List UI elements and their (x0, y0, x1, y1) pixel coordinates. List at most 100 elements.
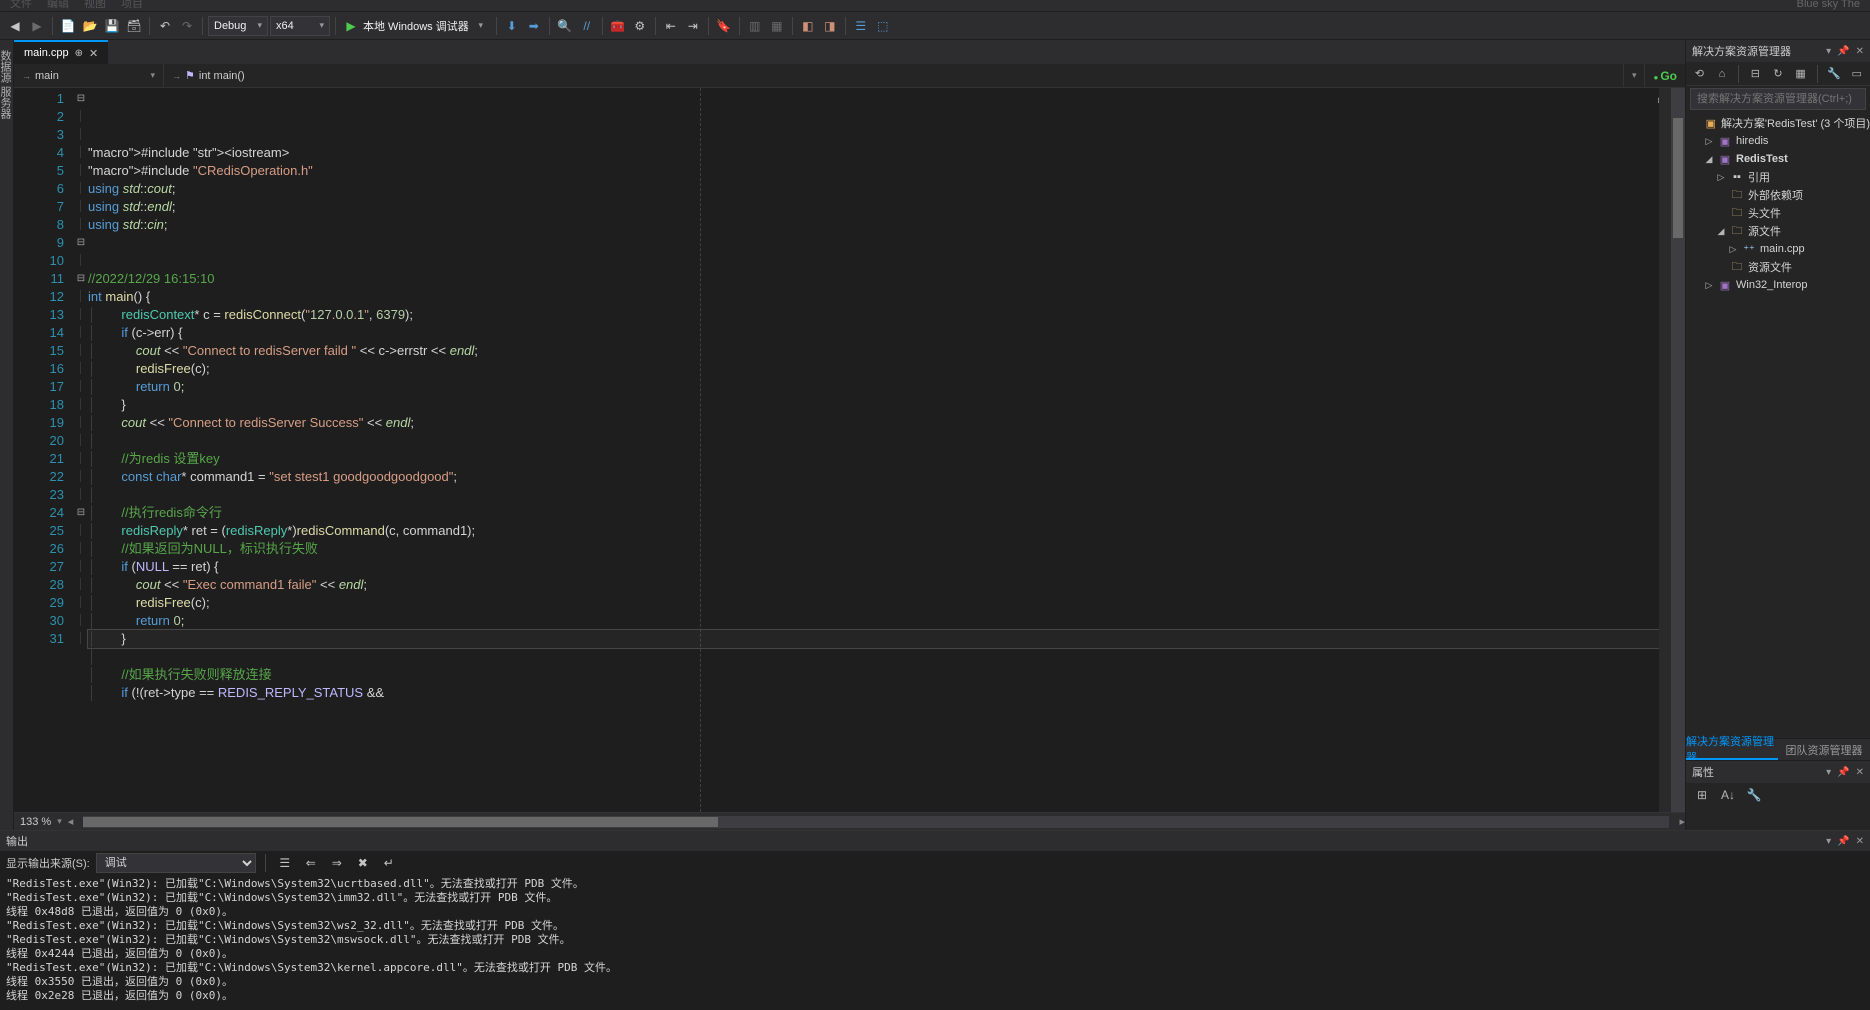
references-node[interactable]: ▷▪▪引用 (1686, 168, 1870, 186)
code-editor[interactable]: 1234567891011121314151617181920212223242… (14, 88, 1685, 812)
step-over-icon[interactable]: ➡ (524, 16, 544, 36)
solution-explorer-toolbar: ⟲ ⌂ ⊟ ↻ ▦ 🔧 ▭ (1686, 62, 1870, 86)
nav-right-dropdown[interactable]: ▾ (1624, 64, 1646, 87)
out-prev-icon[interactable]: ⇐ (301, 853, 321, 873)
misc3-icon[interactable]: ◧ (798, 16, 818, 36)
line-number-gutter: 1234567891011121314151617181920212223242… (14, 88, 74, 812)
home2-icon[interactable]: ⌂ (1713, 64, 1732, 84)
close-icon[interactable]: ✕ (89, 47, 98, 60)
out-wrap-icon[interactable]: ↵ (379, 853, 399, 873)
editor-status-bar: 133 % ▾ ◂ ▸ (14, 812, 1685, 830)
tab-team-explorer[interactable]: 团队资源管理器 (1778, 739, 1870, 760)
solution-tree[interactable]: ▣解决方案'RedisTest' (3 个项目) ▷▣hiredis ◢▣Red… (1686, 112, 1870, 738)
undo-icon[interactable]: ↶ (155, 16, 175, 36)
hscroll-left-icon[interactable]: ◂ (68, 815, 74, 828)
new-project-icon[interactable]: 📄 (58, 16, 78, 36)
misc5-icon[interactable]: ☰ (851, 16, 871, 36)
pin-icon[interactable]: 📌 (1837, 767, 1849, 778)
show-all-icon[interactable]: ▦ (1791, 64, 1810, 84)
out-next-icon[interactable]: ⇒ (327, 853, 347, 873)
debug-target-arrow-icon[interactable]: ▾ (471, 16, 491, 36)
output-content[interactable]: "RedisTest.exe"(Win32): 已加载"C:\Windows\S… (0, 875, 1870, 1010)
out-clear-icon[interactable]: ✖ (353, 853, 373, 873)
project-hiredis[interactable]: ▷▣hiredis (1686, 132, 1870, 150)
project-win32[interactable]: ▷▣Win32_Interop (1686, 276, 1870, 294)
nav-forward-icon[interactable]: ▶ (27, 16, 47, 36)
minimap[interactable] (1659, 88, 1671, 812)
sources-node[interactable]: ◢🗀源文件 (1686, 222, 1870, 240)
toolbox-icon[interactable]: 🧰 (608, 16, 628, 36)
solution-search-input[interactable] (1690, 88, 1866, 110)
zoom-arrow-icon[interactable]: ▾ (57, 816, 62, 827)
main-cpp-node[interactable]: ▷⁺⁺main.cpp (1686, 240, 1870, 258)
go-button[interactable]: Go (1645, 69, 1685, 83)
file-tab-main-cpp[interactable]: main.cpp ⊕ ✕ (14, 40, 108, 64)
main-menu-bar[interactable]: 文件编辑视图项目 (0, 0, 1870, 12)
collapse-icon[interactable]: ⊟ (1746, 64, 1765, 84)
platform-dropdown[interactable]: x64▾ (270, 16, 330, 36)
nav-scope-dropdown[interactable]: → main ▾ (14, 64, 164, 87)
open-icon[interactable]: 📂 (80, 16, 100, 36)
headers-node[interactable]: 🗀头文件 (1686, 204, 1870, 222)
indent-right-icon[interactable]: ⇥ (683, 16, 703, 36)
indent-left-icon[interactable]: ⇤ (661, 16, 681, 36)
redo-icon[interactable]: ↷ (177, 16, 197, 36)
start-debug-icon[interactable]: ▶ (341, 16, 361, 36)
misc4-icon[interactable]: ◨ (820, 16, 840, 36)
vertical-scrollbar[interactable] (1671, 88, 1685, 812)
comment-icon[interactable]: // (577, 16, 597, 36)
nav-member-dropdown[interactable]: → ⚑ int main() (164, 64, 1624, 87)
home-icon[interactable]: ⟲ (1690, 64, 1709, 84)
project-redistest[interactable]: ◢▣RedisTest (1686, 150, 1870, 168)
panel-dropdown-icon[interactable]: ▾ (1826, 767, 1831, 778)
pin-icon[interactable]: 📌 (1837, 836, 1849, 847)
output-toolbar: 显示输出来源(S): 调试 ☰ ⇐ ⇒ ✖ ↵ (0, 851, 1870, 875)
left-tool-strip[interactable]: 数据源 服务器 (0, 40, 14, 830)
solution-node[interactable]: ▣解决方案'RedisTest' (3 个项目) (1686, 114, 1870, 132)
solution-explorer-header: 解决方案资源管理器 ▾📌✕ (1686, 40, 1870, 62)
file-tab-label: main.cpp (24, 47, 69, 59)
resources-node[interactable]: 🗀资源文件 (1686, 258, 1870, 276)
main-toolbar: ◀ ▶ 📄 📂 💾 🗃 ↶ ↷ Debug▾ x64▾ ▶ 本地 Windows… (0, 12, 1870, 40)
output-source-label: 显示输出来源(S): (6, 855, 90, 871)
window-title-suffix: Blue sky The (1797, 0, 1860, 10)
step-into-icon[interactable]: ⬇ (502, 16, 522, 36)
config-dropdown[interactable]: Debug▾ (208, 16, 268, 36)
misc1-icon[interactable]: ▥ (745, 16, 765, 36)
properties-toolbar: ⊞ A↓ 🔧 (1686, 783, 1870, 807)
save-icon[interactable]: 💾 (102, 16, 122, 36)
code-content[interactable]: "macro">#include "str"><iostream>"macro"… (88, 88, 1685, 812)
nav-back-icon[interactable]: ◀ (5, 16, 25, 36)
pin-icon[interactable]: ⊕ (75, 48, 83, 59)
code-navigation-bar: → main ▾ → ⚑ int main() ▾ Go (14, 64, 1685, 88)
output-header: 输出 ▾📌✕ (0, 831, 1870, 851)
fold-gutter[interactable]: ⊟│││││││⊟│⊟││││││││││││⊟│││││││ (74, 88, 88, 812)
preview-icon[interactable]: ▭ (1847, 64, 1866, 84)
panel-close-icon[interactable]: ✕ (1856, 767, 1864, 778)
pin-icon[interactable]: 📌 (1837, 46, 1849, 57)
tab-solution-explorer[interactable]: 解决方案资源管理器 (1686, 739, 1778, 760)
find-icon[interactable]: 🔍 (555, 16, 575, 36)
panel-dropdown-icon[interactable]: ▾ (1826, 836, 1831, 847)
panel-dropdown-icon[interactable]: ▾ (1826, 46, 1831, 57)
output-source-dropdown[interactable]: 调试 (96, 853, 256, 873)
properties-header: 属性 ▾📌✕ (1686, 761, 1870, 783)
save-all-icon[interactable]: 🗃 (124, 16, 144, 36)
panel-close-icon[interactable]: ✕ (1856, 46, 1864, 57)
categorized-icon[interactable]: ⊞ (1692, 785, 1712, 805)
sync-icon[interactable]: ↻ (1769, 64, 1788, 84)
props-wrench-icon[interactable]: 🔧 (1744, 785, 1764, 805)
horizontal-scrollbar[interactable] (83, 816, 1669, 828)
bookmark-icon[interactable]: 🔖 (714, 16, 734, 36)
misc2-icon[interactable]: ▦ (767, 16, 787, 36)
toolbox2-icon[interactable]: ⚙ (630, 16, 650, 36)
debug-target-label[interactable]: 本地 Windows 调试器 (363, 18, 469, 34)
properties-icon[interactable]: 🔧 (1825, 64, 1844, 84)
misc6-icon[interactable]: ⬚ (873, 16, 893, 36)
external-deps-node[interactable]: 🗀外部依赖项 (1686, 186, 1870, 204)
panel-close-icon[interactable]: ✕ (1856, 836, 1864, 847)
file-tab-bar: main.cpp ⊕ ✕ (14, 40, 1685, 64)
alphabetical-icon[interactable]: A↓ (1718, 785, 1738, 805)
out-find-icon[interactable]: ☰ (275, 853, 295, 873)
zoom-level[interactable]: 133 % (20, 816, 51, 828)
